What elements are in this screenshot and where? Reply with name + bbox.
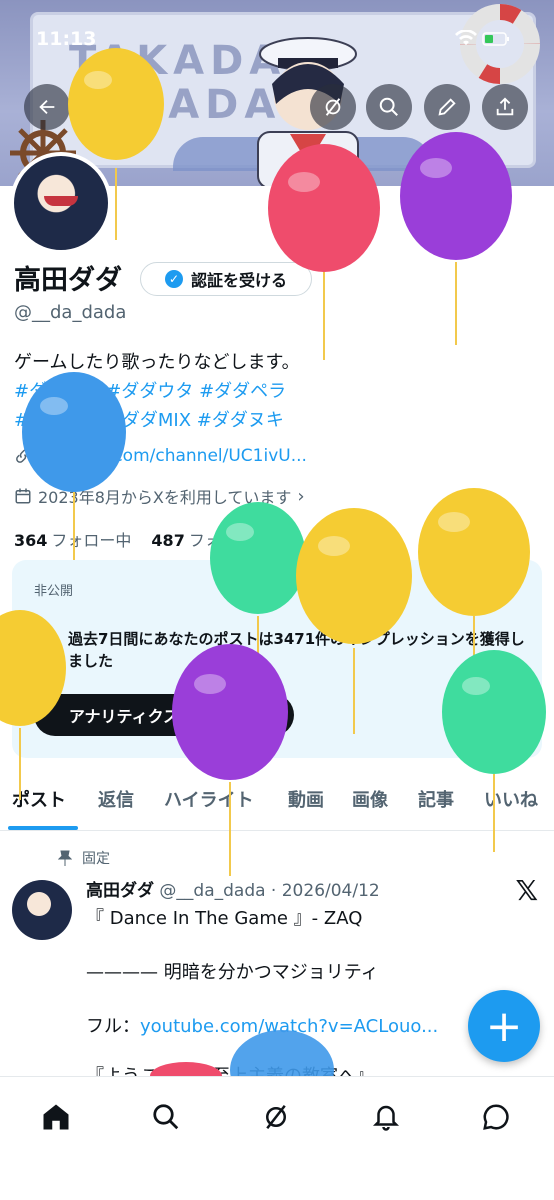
bell-icon	[372, 1105, 400, 1131]
tab-likes[interactable]: いいね	[484, 786, 538, 812]
active-tab-indicator	[8, 826, 78, 830]
tab-images[interactable]: 画像	[352, 786, 388, 812]
arrow-up-icon: ↑	[38, 638, 55, 662]
search-icon	[379, 97, 398, 116]
grok-icon	[266, 1104, 286, 1130]
chat-bubble-icon	[483, 1104, 509, 1130]
use-analytics-button[interactable]: アナリティクスを利用する	[34, 694, 294, 736]
tab-posts[interactable]: ポスト	[12, 786, 66, 812]
compose-button[interactable]: +	[468, 990, 540, 1062]
home-icon	[43, 1104, 69, 1130]
calendar-icon	[15, 488, 31, 504]
get-verified-button[interactable]: ✓ 認証を受ける	[140, 262, 312, 296]
tab-highlights[interactable]: ハイライト	[164, 786, 254, 812]
grok-button[interactable]	[310, 84, 356, 130]
arrow-left-icon	[39, 99, 55, 115]
nav-grok[interactable]	[256, 1097, 296, 1137]
bottom-nav	[0, 1076, 554, 1200]
profile-handle: @__da_dada	[14, 302, 127, 323]
profile-avatar[interactable]	[10, 152, 112, 254]
nav-search[interactable]	[146, 1097, 186, 1137]
wifi-icon	[454, 29, 482, 50]
chevron-right-icon: ›	[297, 485, 305, 507]
back-button[interactable]	[24, 84, 70, 130]
pin-icon	[58, 850, 72, 866]
following-link[interactable]: 364 フォロー中	[14, 527, 131, 551]
search-button[interactable]	[366, 84, 412, 130]
post-youtube-link[interactable]: youtube.com/watch?v=ACLouo...	[140, 1016, 438, 1037]
x-logo-icon: 𝕏	[515, 874, 538, 907]
bio-text: ゲームしたり歌ったりなどします。	[14, 352, 300, 373]
plus-icon: +	[485, 1000, 523, 1052]
status-time: 11:13	[36, 28, 97, 50]
link-icon	[16, 449, 30, 463]
tab-replies[interactable]: 返信	[98, 786, 134, 812]
pinned-indicator: 固定	[58, 848, 110, 868]
impressions-text: 過去7日間にあなたのポストは3471件のインプレッションを獲得しました	[68, 630, 525, 670]
battery-icon	[482, 31, 510, 50]
edit-button[interactable]	[424, 84, 470, 130]
post-line-3-prefix: フル：	[86, 1016, 140, 1037]
pinned-label: 固定	[82, 851, 110, 867]
banner-character	[257, 37, 359, 186]
private-label: 非公開	[34, 584, 74, 599]
nav-home[interactable]	[36, 1097, 76, 1137]
post-line-3: フル：youtube.com/watch?v=ACLouo...	[86, 1012, 438, 1038]
post-handle-date: @__da_dada · 2026/04/12	[159, 881, 380, 901]
pencil-icon	[438, 98, 456, 116]
profile-link-text[interactable]: youtube.com/channel/UC1ivU...	[38, 446, 307, 466]
status-icons	[454, 29, 510, 50]
post-header: 高田ダダ @__da_dada · 2026/04/12	[86, 876, 380, 901]
joined-date[interactable]: 2023年8月からXを利用しています ›	[14, 484, 305, 508]
joined-date-text: 2023年8月からXを利用しています	[38, 488, 292, 507]
post-line-2: ———— 明暗を分かつマジョリティ	[86, 962, 379, 983]
verified-badge-icon: ✓	[164, 270, 183, 288]
get-verified-label: 認証を受ける	[190, 271, 287, 290]
nav-notifications[interactable]	[366, 1097, 406, 1137]
nav-messages[interactable]	[476, 1097, 516, 1137]
post-avatar[interactable]	[12, 880, 72, 940]
tab-articles[interactable]: 記事	[418, 786, 454, 812]
analytics-card: 非公開 ✕ ↑ 過去7日間にあなたのポストは3471件のインプレッションを獲得し…	[12, 560, 542, 758]
profile-name: 高田ダダ	[14, 265, 122, 296]
close-icon[interactable]: ✕	[502, 574, 520, 599]
grok-icon	[325, 98, 341, 116]
tab-videos[interactable]: 動画	[288, 786, 324, 812]
follow-stats: 364 フォロー中 487 フォロワー	[14, 527, 269, 551]
bio-hashtags-1[interactable]: #ダダメシ #ダダウタ #ダダペラ	[14, 377, 300, 406]
profile-link[interactable]: youtube.com/channel/UC1ivU...	[14, 446, 307, 466]
share-icon	[496, 97, 514, 116]
profile-bio: ゲームしたり歌ったりなどします。 #ダダメシ #ダダウタ #ダダペラ #ダダハモ…	[14, 348, 300, 435]
profile-tabs: ポスト 返信 ハイライト 動画 画像 記事 いいね	[0, 780, 554, 831]
followers-link[interactable]: 487 フォロワー	[151, 527, 268, 551]
bio-hashtags-2[interactable]: #ダダハモ #ダダMIX #ダダヌキ	[14, 406, 300, 435]
post-author[interactable]: 高田ダダ	[86, 881, 154, 901]
search-icon	[153, 1104, 179, 1130]
share-button[interactable]	[482, 84, 528, 130]
post-line-1: 『 Dance In The Game 』- ZAQ	[86, 908, 363, 929]
